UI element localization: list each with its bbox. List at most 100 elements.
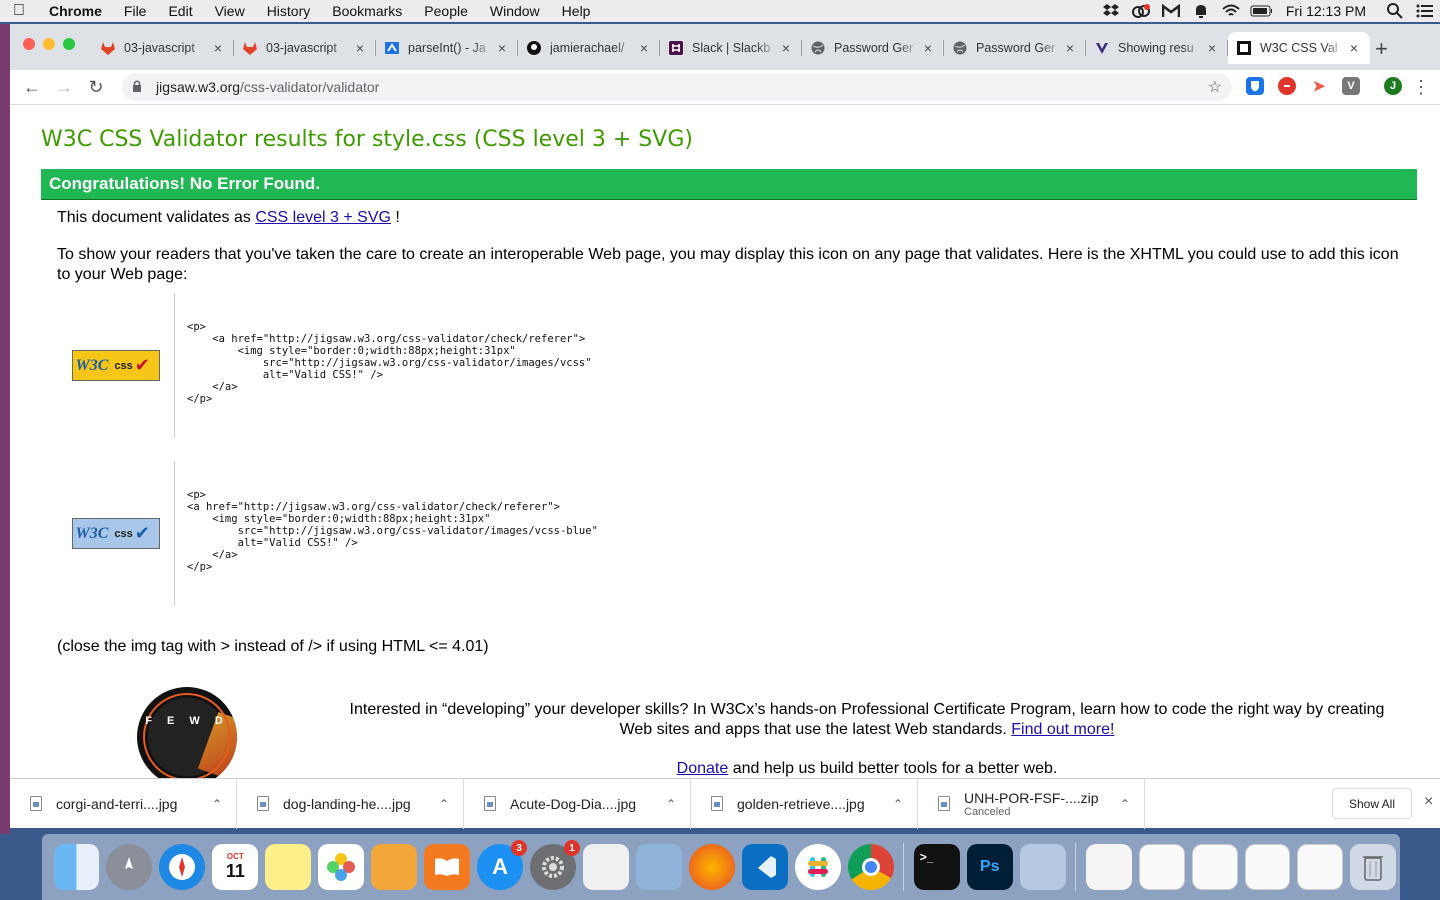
donate-link[interactable]: Donate [677, 760, 729, 777]
badge-code-snippet: <p> <a href="http://jigsaw.w3.org/css-va… [187, 321, 592, 405]
spotlight-search-icon[interactable] [1384, 3, 1406, 19]
close-tab-icon[interactable]: × [1204, 40, 1220, 56]
menu-window[interactable]: Window [479, 3, 551, 19]
tab-mdn-parseint[interactable]: parseInt() - Ja × [376, 32, 518, 64]
system-preferences-icon[interactable]: 1 [530, 840, 581, 890]
tab-gitlab-2[interactable]: 03-javascript × [234, 32, 376, 64]
close-shelf-icon[interactable]: × [1424, 793, 1433, 811]
close-tab-icon[interactable]: × [210, 40, 226, 56]
close-window-button[interactable] [23, 38, 35, 50]
menu-app-name[interactable]: Chrome [38, 3, 113, 19]
badge-code-snippet: <p> <a href="http://jigsaw.w3.org/css-va… [187, 489, 598, 573]
valid-css-badge-blue[interactable]: W3C css ✔ [71, 518, 160, 549]
download-item[interactable]: Acute-Dog-Dia....jpg ⌃ [464, 778, 691, 829]
download-item[interactable]: golden-retrieve....jpg ⌃ [691, 778, 918, 829]
document-stack-icon[interactable] [1297, 844, 1344, 890]
tab-w3c-css-validator[interactable]: W3C CSS Val × [1228, 32, 1370, 64]
finder-icon[interactable] [53, 844, 100, 890]
close-tab-icon[interactable]: × [494, 40, 510, 56]
download-item[interactable]: corgi-and-terri....jpg ⌃ [10, 778, 237, 829]
menu-view[interactable]: View [204, 3, 256, 19]
close-tab-icon[interactable]: × [1062, 40, 1078, 56]
fewd-certificate-logo[interactable]: F E W D [137, 687, 237, 778]
battery-icon[interactable] [1250, 3, 1272, 19]
menu-help[interactable]: Help [551, 3, 602, 19]
tab-slack[interactable]: Slack | Slackb × [660, 32, 802, 64]
apple-menu-icon[interactable]:  [0, 2, 38, 20]
document-stack-icon[interactable] [1244, 844, 1291, 890]
share-extension-icon[interactable]: ➤ [1310, 77, 1328, 95]
notification-bell-icon[interactable] [1190, 3, 1212, 19]
menu-file[interactable]: File [113, 3, 158, 19]
download-item[interactable]: UNH-POR-FSF-....zip Canceled ⌃ [918, 778, 1145, 829]
download-filename: dog-landing-he....jpg [283, 795, 411, 812]
vue-devtools-extension-icon[interactable]: V [1342, 77, 1360, 95]
menu-bookmarks[interactable]: Bookmarks [321, 3, 413, 19]
chrome-menu-icon[interactable]: ⋮ [1412, 77, 1430, 98]
find-out-more-link[interactable]: Find out more! [1011, 721, 1114, 738]
profile-avatar[interactable]: J [1384, 77, 1402, 95]
notification-center-icon[interactable] [1414, 3, 1436, 19]
preview-icon[interactable] [635, 844, 682, 890]
creative-cloud-icon[interactable] [1130, 3, 1152, 19]
valid-css-badge-gold[interactable]: W3C css ✔ [71, 350, 160, 381]
bookmark-star-icon[interactable]: ☆ [1208, 77, 1222, 97]
slack-app-icon[interactable] [794, 844, 841, 890]
document-stack-icon[interactable] [1138, 844, 1185, 890]
safari-icon[interactable] [159, 844, 206, 890]
chevron-up-icon[interactable]: ⌃ [212, 797, 236, 811]
chevron-up-icon[interactable]: ⌃ [666, 797, 690, 811]
forward-arrow-icon[interactable]: → [48, 77, 80, 98]
reload-icon[interactable]: ↻ [80, 77, 112, 98]
tab-github[interactable]: jamierachael/ × [518, 32, 660, 64]
photos-icon[interactable] [318, 844, 365, 890]
photoshop-icon[interactable]: Ps [966, 844, 1013, 890]
close-tab-icon[interactable]: × [778, 40, 794, 56]
calendar-icon[interactable]: OCT 11 [212, 844, 259, 890]
tab-password-gen-1[interactable]: Password Ger × [802, 32, 944, 64]
menu-history[interactable]: History [256, 3, 322, 19]
zoom-window-button[interactable] [63, 38, 75, 50]
show-all-downloads-button[interactable]: Show All [1332, 788, 1412, 819]
wifi-icon[interactable] [1220, 3, 1242, 19]
firefox-icon[interactable] [688, 844, 735, 890]
logo-ring [143, 693, 231, 778]
chevron-up-icon[interactable]: ⌃ [1120, 797, 1144, 811]
bitwarden-extension-icon[interactable] [1246, 77, 1264, 95]
close-tab-icon[interactable]: × [920, 40, 936, 56]
books-icon[interactable] [424, 844, 471, 890]
notes-icon[interactable] [265, 844, 312, 890]
minimize-window-button[interactable] [43, 38, 55, 50]
close-tab-icon[interactable]: × [352, 40, 368, 56]
document-stack-icon[interactable] [1191, 844, 1238, 890]
back-arrow-icon[interactable]: ← [16, 77, 48, 98]
gmail-m-icon[interactable] [1160, 3, 1182, 19]
dropbox-icon[interactable] [1100, 3, 1122, 19]
close-tab-icon[interactable]: × [1346, 40, 1362, 56]
pages-icon[interactable] [371, 844, 418, 890]
download-item[interactable]: dog-landing-he....jpg ⌃ [237, 778, 464, 829]
tab-showing-results[interactable]: Showing resu × [1086, 32, 1228, 64]
new-tab-button[interactable]: + [1375, 36, 1388, 62]
close-tab-icon[interactable]: × [636, 40, 652, 56]
vscode-icon[interactable] [741, 844, 788, 890]
tab-gitlab-1[interactable]: 03-javascript × [92, 32, 234, 64]
address-bar[interactable]: jigsaw.w3.org/css-validator/validator ☆ [122, 73, 1232, 101]
terminal-icon[interactable]: >_ [913, 844, 960, 890]
menu-edit[interactable]: Edit [157, 3, 203, 19]
chrome-app-icon[interactable] [847, 844, 894, 890]
launchpad-icon[interactable] [106, 844, 153, 890]
image-capture-icon[interactable] [1019, 844, 1066, 890]
zip-archive-stack-icon[interactable] [1085, 844, 1132, 890]
trash-icon[interactable] [1350, 844, 1397, 890]
menu-people[interactable]: People [413, 3, 479, 19]
css-level-link[interactable]: CSS level 3 + SVG [255, 209, 391, 226]
lock-icon[interactable] [132, 80, 148, 95]
app-store-icon[interactable]: A 3 [477, 840, 528, 890]
textedit-icon[interactable] [583, 844, 629, 890]
adblock-extension-icon[interactable] [1278, 77, 1296, 95]
chevron-up-icon[interactable]: ⌃ [893, 797, 917, 811]
menubar-clock[interactable]: Fri 12:13 PM [1276, 3, 1380, 19]
chevron-up-icon[interactable]: ⌃ [439, 797, 463, 811]
tab-password-gen-2[interactable]: Password Ger × [944, 32, 1086, 64]
